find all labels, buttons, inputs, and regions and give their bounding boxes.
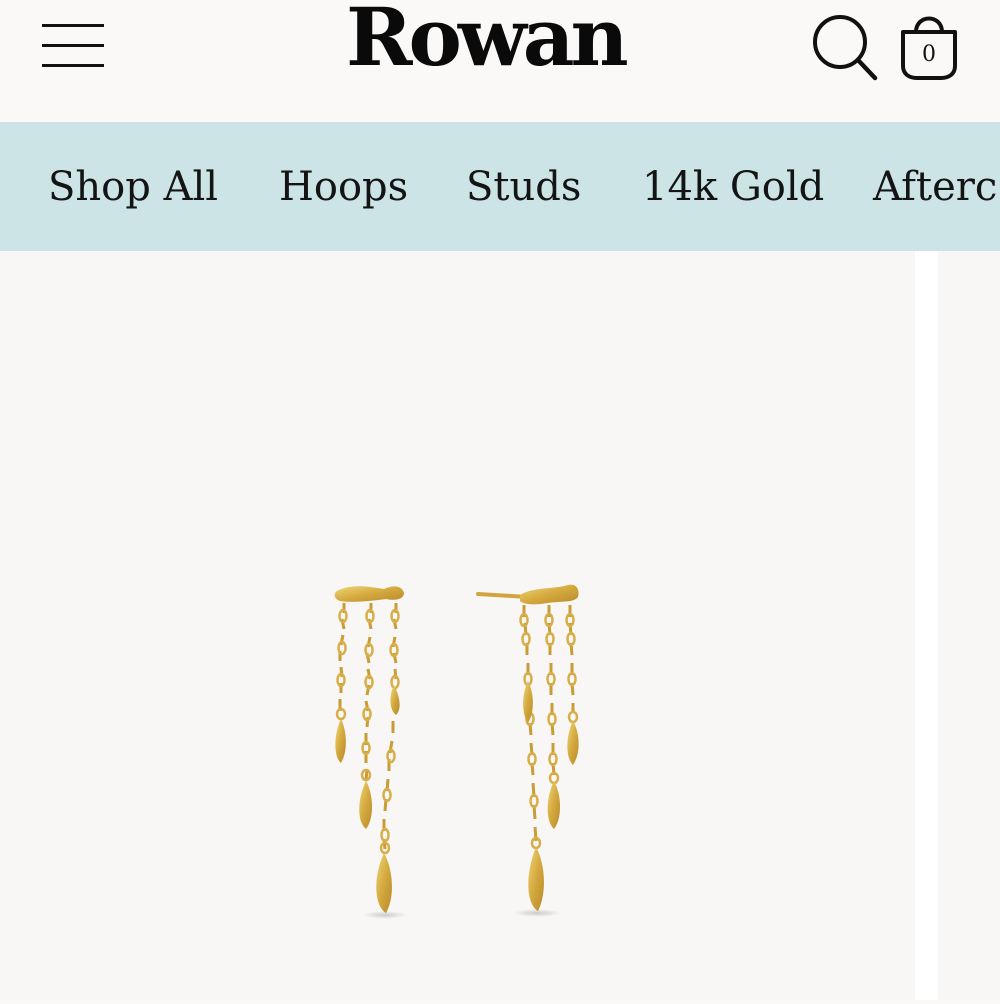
search-icon[interactable]: [806, 8, 882, 84]
nav-item-studs[interactable]: Studs: [466, 162, 581, 212]
nav-item-hoops[interactable]: Hoops: [279, 162, 408, 212]
right-earring: [476, 584, 579, 917]
brand-logo[interactable]: Rowan: [346, 0, 646, 82]
next-product-image-peek[interactable]: [938, 251, 1000, 1000]
nav-item-14k-gold[interactable]: 14k Gold: [642, 162, 824, 212]
gallery-gutter: [915, 251, 938, 1000]
category-nav: Shop All Hoops Studs 14k Gold Afterc: [0, 122, 1000, 251]
nav-item-shop-all[interactable]: Shop All: [48, 162, 218, 212]
product-image[interactable]: [0, 251, 915, 1000]
site-header: Rowan 0: [0, 0, 1000, 122]
hamburger-menu-icon[interactable]: [38, 20, 108, 72]
product-gallery: [0, 251, 1000, 1000]
left-earring: [334, 586, 407, 919]
cart-button[interactable]: 0: [896, 8, 962, 84]
cart-count-badge: 0: [922, 42, 936, 67]
nav-item-aftercare[interactable]: Afterc: [873, 162, 997, 212]
